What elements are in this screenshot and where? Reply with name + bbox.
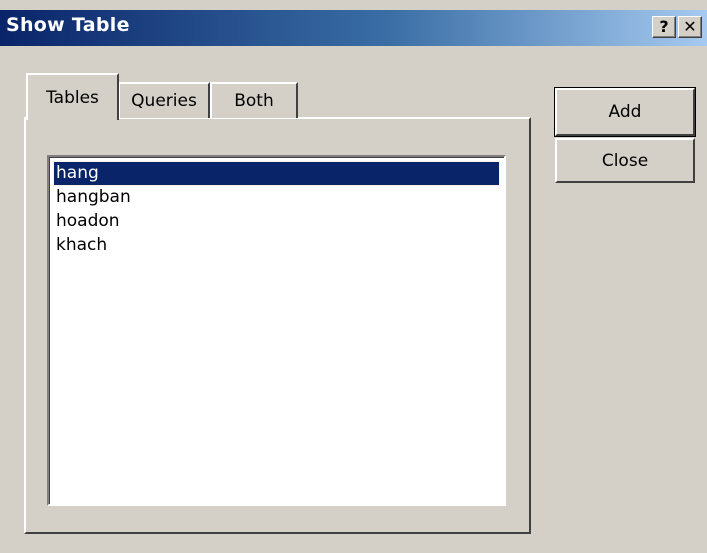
list-item-khach[interactable]: khach [54, 234, 107, 257]
add-button[interactable]: Add [554, 87, 696, 137]
close-button[interactable]: Close [555, 138, 695, 183]
close-window-button[interactable]: ✕ [678, 16, 702, 38]
title-bar[interactable]: Show Table ? ✕ [0, 0, 707, 46]
list-item-hangban[interactable]: hangban [54, 186, 131, 209]
help-button[interactable]: ? [652, 16, 676, 38]
tab-queries[interactable]: Queries [118, 82, 210, 118]
close-button-label: Close [601, 150, 649, 171]
tab-tables-label: Tables [46, 87, 99, 108]
add-button-label: Add [608, 102, 642, 122]
tab-tables[interactable]: Tables [26, 73, 119, 120]
tab-both-label: Both [234, 91, 274, 111]
tab-queries-label: Queries [131, 91, 197, 111]
list-item-hoadon[interactable]: hoadon [54, 210, 120, 233]
help-icon: ? [659, 17, 669, 36]
tab-both[interactable]: Both [210, 82, 298, 118]
window-title: Show Table [6, 14, 130, 36]
table-list[interactable]: hang hangban hoadon khach [47, 155, 506, 506]
list-item-hang[interactable]: hang [53, 161, 500, 186]
close-icon: ✕ [683, 17, 697, 36]
